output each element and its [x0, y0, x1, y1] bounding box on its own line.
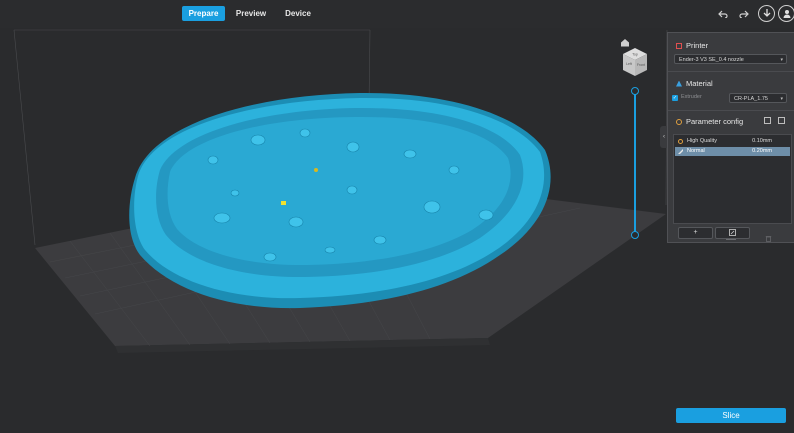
edit-icon: [729, 229, 736, 236]
cube-face-top: Top: [632, 53, 638, 57]
slider-top-handle[interactable]: [631, 87, 639, 95]
top-bar: Prepare Preview Device: [0, 0, 794, 28]
home-icon[interactable]: [620, 34, 630, 47]
tab-device[interactable]: Device: [281, 6, 315, 21]
tab-prepare[interactable]: Prepare: [182, 6, 225, 21]
profile-row-normal[interactable]: Normal 0.20mm: [675, 147, 790, 156]
user-icon[interactable]: [778, 5, 794, 22]
chevron-down-icon: ▾: [780, 96, 783, 102]
material-icon: [676, 80, 682, 87]
slider-bottom-handle[interactable]: [631, 231, 639, 239]
redo-icon[interactable]: [735, 5, 752, 22]
material-section-title: Material: [676, 79, 713, 88]
slice-button[interactable]: Slice: [676, 408, 786, 423]
printer-select[interactable]: Ender-3 V3 SE_0.4 nozzle ▾: [674, 54, 787, 64]
edit-profile-button[interactable]: [715, 227, 750, 239]
printer-section-title: Printer: [676, 41, 708, 50]
view-cube[interactable]: Top Front Left: [620, 46, 650, 78]
undo-icon[interactable]: [714, 5, 731, 22]
material-select[interactable]: CR-PLA_1.75 ▾: [729, 93, 787, 103]
quality-icon: [678, 139, 683, 144]
import-icon[interactable]: [764, 117, 771, 124]
extruder-label: Extruder: [681, 94, 702, 100]
parameter-config-title: Parameter config: [676, 117, 743, 126]
printer-icon: [676, 42, 682, 49]
extruder-checkbox[interactable]: ✓: [672, 95, 678, 101]
export-icon[interactable]: [778, 117, 785, 124]
cube-face-left: Left: [626, 62, 632, 66]
add-profile-button[interactable]: +: [678, 227, 713, 239]
layer-slider[interactable]: [631, 87, 639, 239]
profile-list: High Quality 0.10mm Normal 0.20mm: [673, 134, 792, 224]
delete-profile-icon[interactable]: [765, 229, 772, 242]
download-icon[interactable]: [758, 5, 775, 22]
tab-preview[interactable]: Preview: [231, 6, 271, 21]
cube-face-front: Front: [637, 63, 645, 67]
chevron-down-icon: ▾: [780, 57, 783, 63]
settings-panel: Printer Ender-3 V3 SE_0.4 nozzle ▾ Mater…: [667, 32, 794, 243]
parameter-icon: [676, 118, 682, 125]
profile-row-high-quality[interactable]: High Quality 0.10mm: [675, 137, 790, 146]
normal-icon: [678, 149, 683, 154]
